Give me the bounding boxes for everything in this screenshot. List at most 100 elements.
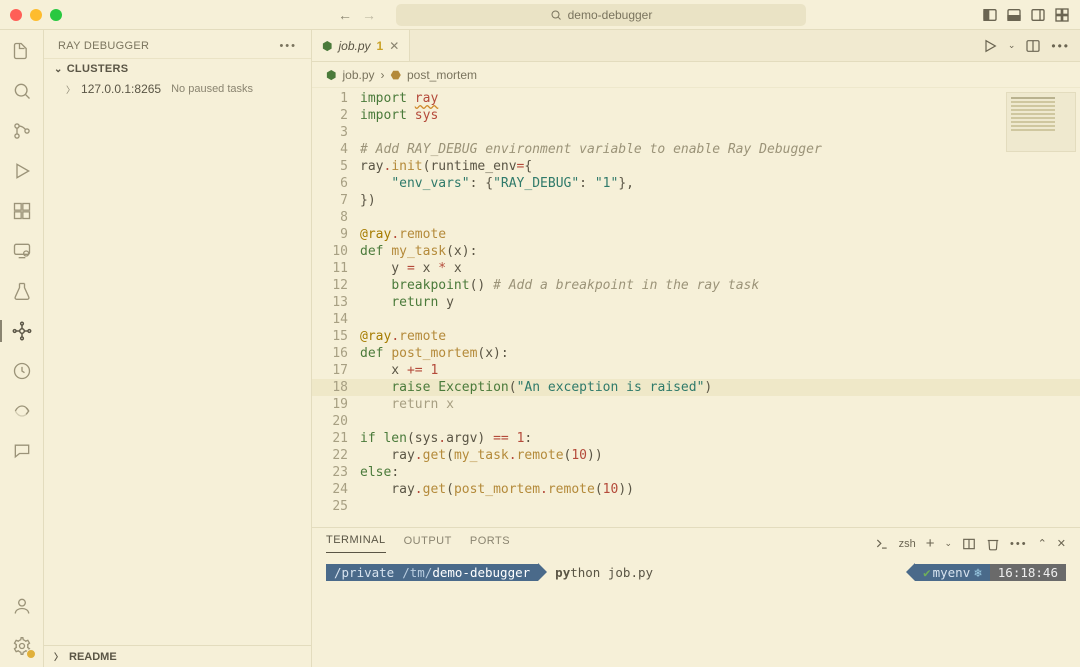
code-line[interactable]: 11 y = x * x (312, 260, 1080, 277)
code-line[interactable]: 9@ray.remote (312, 226, 1080, 243)
settings-gear-icon[interactable] (11, 635, 33, 657)
panel-tab-ports[interactable]: PORTS (470, 535, 510, 553)
terminal-command: python job.py (555, 565, 653, 580)
editor-area: ⬢ job.py 1 ✕ ⌄ ••• ⬢ job.py › ⬣ post_mor… (312, 30, 1080, 667)
accounts-icon[interactable] (11, 595, 33, 617)
search-icon (550, 9, 562, 21)
chevron-right-icon: 〉 (66, 83, 75, 96)
layout-sidebar-right-icon[interactable] (1030, 7, 1046, 23)
readme-label: README (69, 651, 117, 663)
live-share-icon[interactable] (11, 400, 33, 422)
breadcrumbs[interactable]: ⬢ job.py › ⬣ post_mortem (312, 62, 1080, 88)
code-line[interactable]: 23else: (312, 464, 1080, 481)
ray-debugger-icon[interactable] (11, 320, 33, 342)
source-control-icon[interactable] (11, 120, 33, 142)
close-window-button[interactable] (10, 9, 22, 21)
terminal[interactable]: /private/tm/demo-debugger python job.py … (312, 553, 1080, 591)
maximize-panel-icon[interactable]: ⌃ (1038, 537, 1047, 550)
remote-explorer-icon[interactable] (11, 240, 33, 262)
kill-terminal-icon[interactable] (986, 537, 1000, 551)
layout-sidebar-left-icon[interactable] (982, 7, 998, 23)
terminal-profile-icon (875, 537, 889, 551)
prompt-path-seg3: demo-debugger (432, 564, 538, 581)
code-line[interactable]: 1import ray (312, 90, 1080, 107)
timeline-icon[interactable] (11, 360, 33, 382)
code-line[interactable]: 3 (312, 124, 1080, 141)
prompt-right: ✔myenv❄ 16:18:46 (906, 563, 1066, 581)
tab-bar: ⬢ job.py 1 ✕ ⌄ ••• (312, 30, 1080, 62)
command-center[interactable]: demo-debugger (396, 4, 806, 26)
editor-actions: ⌄ ••• (982, 30, 1080, 61)
clusters-section-header[interactable]: ⌄ CLUSTERS (44, 58, 311, 79)
prompt-env: ✔myenv❄ (915, 564, 990, 581)
code-line[interactable]: 18 raise Exception("An exception is rais… (312, 379, 1080, 396)
settings-update-badge (26, 649, 36, 659)
title-layout-controls (982, 7, 1070, 23)
prompt-arrow-icon (538, 563, 547, 581)
tab-close-icon[interactable]: ✕ (389, 39, 399, 53)
nav-back-button[interactable]: ← (338, 7, 352, 23)
code-line[interactable]: 8 (312, 209, 1080, 226)
sidebar-more-icon[interactable]: ••• (279, 40, 297, 52)
code-line[interactable]: 2import sys (312, 107, 1080, 124)
activity-bar (0, 30, 44, 667)
cluster-status: No paused tasks (171, 83, 253, 95)
code-line[interactable]: 6 "env_vars": {"RAY_DEBUG": "1"}, (312, 175, 1080, 192)
nav-arrows: ← → (338, 7, 376, 23)
code-line[interactable]: 4# Add RAY_DEBUG environment variable to… (312, 141, 1080, 158)
maximize-window-button[interactable] (50, 9, 62, 21)
search-activity-icon[interactable] (11, 80, 33, 102)
chevron-down-icon: ⌄ (54, 64, 63, 75)
code-line[interactable]: 13 return y (312, 294, 1080, 311)
panel-tab-terminal[interactable]: TERMINAL (326, 534, 386, 553)
nav-forward-button[interactable]: → (362, 7, 376, 23)
terminal-shell-label[interactable]: zsh (899, 538, 916, 550)
prompt-time: 16:18:46 (990, 564, 1066, 581)
tab-filename: job.py (338, 39, 370, 53)
code-line[interactable]: 21if len(sys.argv) == 1: (312, 430, 1080, 447)
code-line[interactable]: 7}) (312, 192, 1080, 209)
comments-icon[interactable] (11, 440, 33, 462)
editor-more-icon[interactable]: ••• (1051, 39, 1070, 53)
explorer-icon[interactable] (11, 40, 33, 62)
split-editor-icon[interactable] (1025, 38, 1041, 54)
sidebar: RAY DEBUGGER ••• ⌄ CLUSTERS 〉 127.0.0.1:… (44, 30, 312, 667)
testing-icon[interactable] (11, 280, 33, 302)
prompt-arrow-left-icon (906, 563, 915, 581)
sidebar-title: RAY DEBUGGER (58, 40, 149, 52)
sidebar-header: RAY DEBUGGER ••• (44, 30, 311, 58)
run-dropdown-icon[interactable]: ⌄ (1008, 40, 1016, 51)
minimap[interactable] (1006, 92, 1076, 152)
run-debug-icon[interactable] (11, 160, 33, 182)
code-line[interactable]: 12 breakpoint() # Add a breakpoint in th… (312, 277, 1080, 294)
code-line[interactable]: 17 x += 1 (312, 362, 1080, 379)
code-line[interactable]: 24 ray.get(post_mortem.remote(10)) (312, 481, 1080, 498)
code-editor[interactable]: 1import ray2import sys34# Add RAY_DEBUG … (312, 88, 1080, 527)
minimize-window-button[interactable] (30, 9, 42, 21)
symbol-icon: ⬣ (391, 68, 401, 82)
layout-customize-icon[interactable] (1054, 7, 1070, 23)
split-terminal-icon[interactable] (962, 537, 976, 551)
cluster-tree-item[interactable]: 〉 127.0.0.1:8265 No paused tasks (44, 79, 311, 99)
code-line[interactable]: 5ray.init(runtime_env={ (312, 158, 1080, 175)
panel-tab-output[interactable]: OUTPUT (404, 535, 452, 553)
code-line[interactable]: 16def post_mortem(x): (312, 345, 1080, 362)
code-line[interactable]: 20 (312, 413, 1080, 430)
tab-dirty-indicator: 1 (377, 39, 384, 53)
code-line[interactable]: 10def my_task(x): (312, 243, 1080, 260)
panel-more-icon[interactable]: ••• (1010, 538, 1028, 550)
layout-panel-icon[interactable] (1006, 7, 1022, 23)
python-file-icon: ⬢ (326, 68, 336, 82)
terminal-dropdown-icon[interactable]: ⌄ (944, 538, 952, 549)
code-line[interactable]: 14 (312, 311, 1080, 328)
code-line[interactable]: 19 return x (312, 396, 1080, 413)
sidebar-readme-section[interactable]: 〉 README (44, 645, 311, 667)
close-panel-icon[interactable]: ✕ (1057, 537, 1066, 550)
code-line[interactable]: 25 (312, 498, 1080, 515)
new-terminal-icon[interactable]: + (926, 535, 935, 552)
code-line[interactable]: 15@ray.remote (312, 328, 1080, 345)
extensions-icon[interactable] (11, 200, 33, 222)
code-line[interactable]: 22 ray.get(my_task.remote(10)) (312, 447, 1080, 464)
tab-job-py[interactable]: ⬢ job.py 1 ✕ (312, 30, 410, 61)
run-file-icon[interactable] (982, 38, 998, 54)
